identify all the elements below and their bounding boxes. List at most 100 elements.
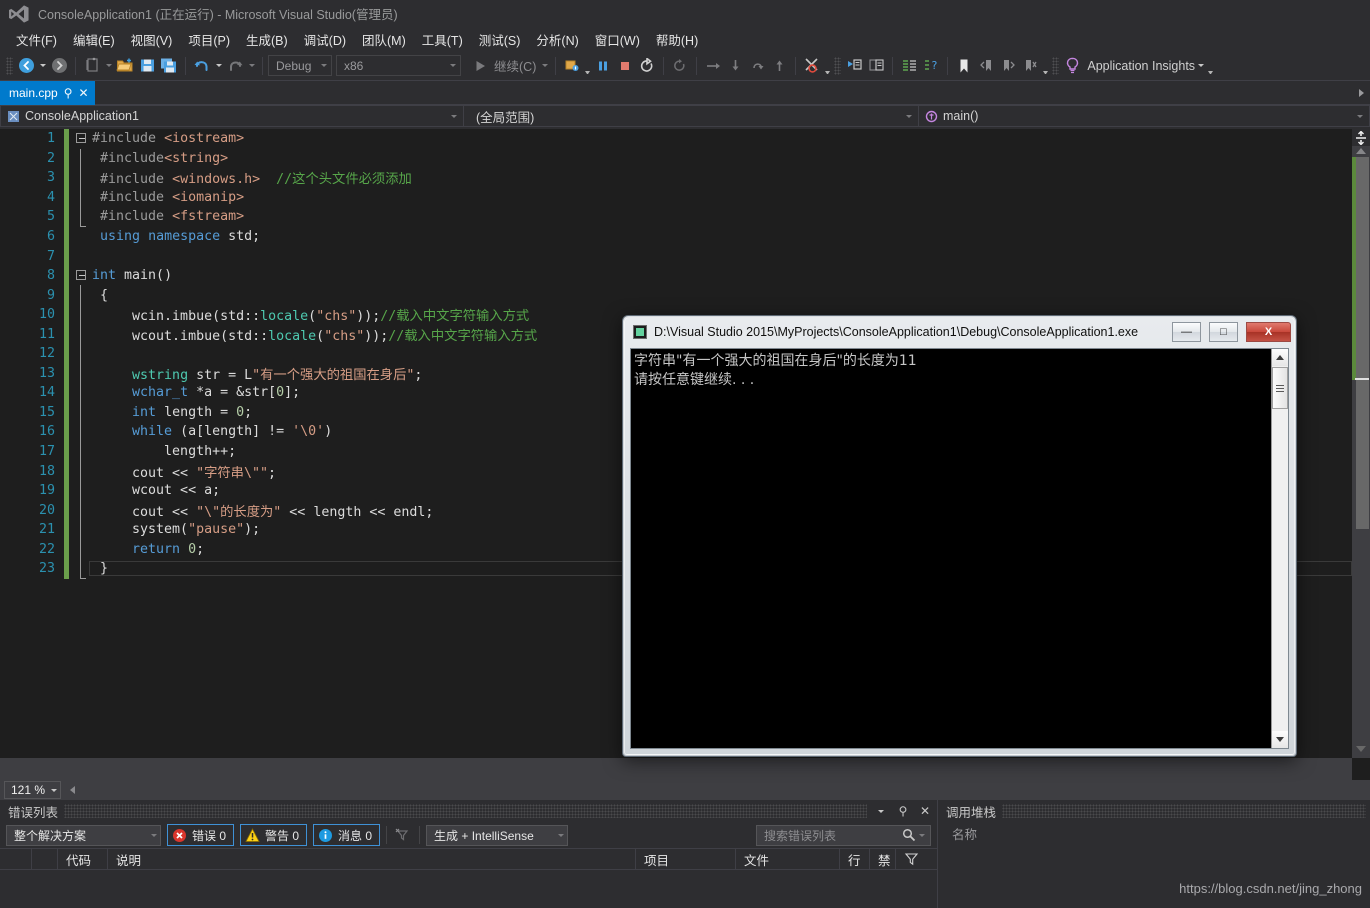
new-item-icon[interactable] [81, 55, 103, 77]
step-up-icon[interactable] [768, 55, 790, 77]
toolbar-grip-3[interactable] [1052, 57, 1059, 75]
menu-item-debug[interactable]: 调试(D) [296, 27, 354, 52]
hscroll-left-icon[interactable] [70, 786, 75, 794]
threads-icon[interactable] [843, 55, 865, 77]
clear-filter-icon[interactable] [393, 827, 413, 843]
bookmark-overflow[interactable] [1041, 55, 1050, 77]
pin-icon[interactable]: ⚲ [895, 803, 911, 819]
column-description[interactable]: 说明 [108, 849, 636, 869]
code-line[interactable]: 1#include <iostream> [0, 129, 1352, 149]
console-scrollbar[interactable] [1271, 349, 1288, 748]
warnings-filter-button[interactable]: 警告 0 [240, 824, 307, 846]
menu-item-build[interactable]: 生成(B) [238, 27, 296, 52]
column-blank[interactable] [32, 849, 58, 869]
undo-dropdown[interactable] [213, 55, 224, 77]
stop-debug-icon[interactable] [614, 55, 636, 77]
toolbar-overflow[interactable] [1206, 55, 1215, 77]
close-icon[interactable]: ✕ [917, 803, 933, 819]
menu-item-view[interactable]: 视图(V) [123, 27, 181, 52]
collapse-region-icon[interactable] [76, 133, 86, 143]
pause-icon[interactable] [592, 55, 614, 77]
column-suppress[interactable]: 禁 [870, 849, 896, 869]
attach-process-icon[interactable] [561, 55, 583, 77]
menu-item-help[interactable]: 帮助(H) [648, 27, 706, 52]
bookmark-icon[interactable] [953, 55, 975, 77]
undo-icon[interactable] [191, 55, 213, 77]
column-code[interactable]: 代码 [58, 849, 108, 869]
navigate-back-icon[interactable] [15, 55, 37, 77]
column-project[interactable]: 项目 [636, 849, 736, 869]
code-line[interactable]: 9 { [0, 285, 1352, 305]
error-scope-combo[interactable]: 整个解决方案 [6, 825, 161, 846]
open-file-icon[interactable] [114, 55, 136, 77]
navigate-forward-icon[interactable] [48, 55, 70, 77]
code-line[interactable]: 4 #include <iomanip> [0, 188, 1352, 208]
app-insights-label[interactable]: Application Insights [1087, 59, 1195, 73]
continue-dropdown[interactable] [539, 55, 550, 77]
new-item-dropdown[interactable] [103, 55, 114, 77]
error-search-box[interactable]: 搜索错误列表 [756, 825, 931, 846]
solution-config-combo[interactable]: Debug [268, 55, 332, 76]
split-view-button[interactable] [1352, 129, 1370, 146]
menu-item-window[interactable]: 窗口(W) [587, 27, 648, 52]
column-line[interactable]: 行 [840, 849, 870, 869]
solution-platform-combo[interactable]: x86 [336, 55, 461, 76]
console-scrollbar-thumb[interactable] [1272, 367, 1288, 409]
console-title-bar[interactable]: D:\Visual Studio 2015\MyProjects\Console… [625, 318, 1294, 346]
breakpoint-toggle-icon[interactable] [801, 55, 823, 77]
code-line[interactable]: 2 #include<string> [0, 149, 1352, 169]
continue-label[interactable]: 继续(C) [494, 56, 536, 75]
scroll-down-icon[interactable] [1356, 746, 1366, 752]
lightbulb-icon[interactable] [1061, 55, 1083, 77]
indent-lines-icon[interactable] [898, 55, 920, 77]
menu-item-team[interactable]: 团队(M) [354, 27, 414, 52]
menu-item-test[interactable]: 测试(S) [471, 27, 529, 52]
breakpoint-overflow[interactable] [823, 55, 832, 77]
build-filter-combo[interactable]: 生成 + IntelliSense [426, 825, 568, 846]
code-line[interactable]: 7 [0, 246, 1352, 266]
bookmark-next-icon[interactable] [997, 55, 1019, 77]
stack-frame-icon[interactable] [865, 55, 887, 77]
tab-main-cpp[interactable]: main.cpp ⚲ ✕ [0, 81, 95, 105]
restart-icon[interactable] [636, 55, 658, 77]
column-icon[interactable] [0, 849, 32, 869]
zoom-level-combo[interactable]: 121 % [4, 781, 61, 799]
code-line[interactable]: 8int main() [0, 266, 1352, 286]
code-line[interactable]: 3 #include <windows.h> //这个头文件必须添加 [0, 168, 1352, 188]
navbar-scope-combo[interactable]: (全局范围) [464, 105, 919, 127]
chevron-down-icon[interactable] [873, 803, 889, 819]
redo-dropdown[interactable] [246, 55, 257, 77]
editor-horizontal-scrollbar[interactable] [0, 758, 1352, 780]
console-scroll-down-icon[interactable] [1272, 731, 1288, 748]
bookmark-prev-icon[interactable] [975, 55, 997, 77]
bookmark-clear-icon[interactable] [1019, 55, 1041, 77]
column-name[interactable]: 名称 [952, 824, 977, 843]
toolbar-grip-2[interactable] [834, 57, 841, 75]
code-line[interactable]: 6 using namespace std; [0, 227, 1352, 247]
attach-overflow[interactable] [583, 55, 592, 77]
console-output-area[interactable]: 字符串"有一个强大的祖国在身后"的长度为11 请按任意键继续. . . [630, 348, 1289, 749]
menu-item-project[interactable]: 项目(P) [180, 27, 238, 52]
navbar-member-combo[interactable]: main() [919, 105, 1370, 127]
menu-item-analyze[interactable]: 分析(N) [528, 27, 586, 52]
continue-debug-icon[interactable] [469, 55, 491, 77]
menu-item-file[interactable]: 文件(F) [8, 27, 65, 52]
editor-vertical-scrollbar[interactable] [1352, 129, 1370, 758]
column-filter-icon[interactable] [896, 849, 924, 869]
restart-alt-icon[interactable] [669, 55, 691, 77]
app-insights-dropdown[interactable] [1195, 55, 1206, 77]
code-line[interactable]: 5 #include <fstream> [0, 207, 1352, 227]
toolbar-grip[interactable] [6, 57, 13, 75]
menu-item-tools[interactable]: 工具(T) [414, 27, 471, 52]
comment-block-icon[interactable]: ? [920, 55, 942, 77]
console-window[interactable]: D:\Visual Studio 2015\MyProjects\Console… [622, 315, 1297, 757]
search-icon[interactable] [902, 828, 916, 842]
minimize-button[interactable]: — [1172, 322, 1201, 342]
step-out-icon[interactable] [746, 55, 768, 77]
scrollbar-thumb[interactable] [1356, 157, 1369, 529]
step-over-icon[interactable] [702, 55, 724, 77]
fold-column[interactable] [74, 266, 89, 286]
fold-column[interactable] [74, 129, 89, 149]
save-icon[interactable] [136, 55, 158, 77]
navigate-back-dropdown[interactable] [37, 55, 48, 77]
